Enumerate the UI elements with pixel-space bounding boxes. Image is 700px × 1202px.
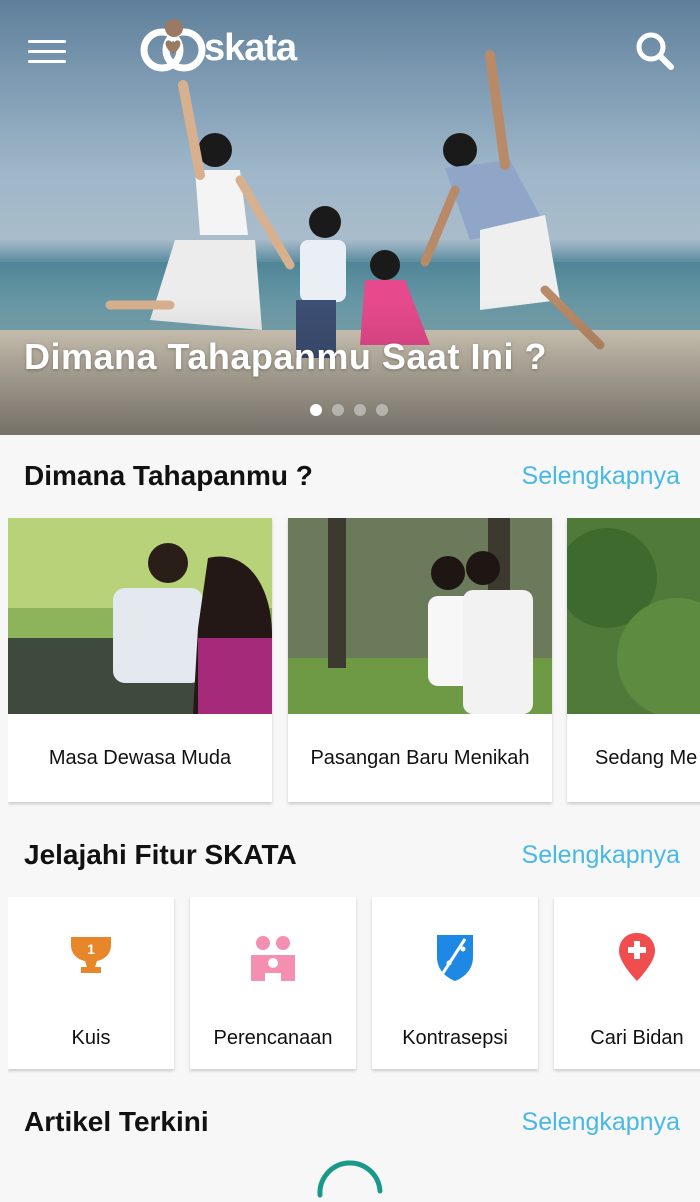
greenery-photo (567, 518, 700, 714)
feature-card-kuis[interactable]: 1 Kuis (8, 897, 174, 1069)
section-title: Artikel Terkini (24, 1106, 209, 1137)
menu-bar-bottom (28, 60, 66, 63)
feature-label: Kontrasepsi (402, 1027, 508, 1049)
menu-bar-top (28, 40, 66, 43)
stage-card[interactable]: Sedang Me (567, 518, 700, 802)
svg-text:1: 1 (87, 941, 95, 957)
stage-image (288, 518, 552, 714)
stage-label: Sedang Me (595, 746, 698, 769)
stage-image (567, 518, 700, 714)
carousel-dot-3[interactable] (354, 404, 366, 416)
feature-card-cari-bidan[interactable]: Cari Bidan (554, 897, 700, 1069)
feature-card-kontrasepsi[interactable]: Kontrasepsi (372, 897, 538, 1069)
app-logo[interactable]: skata (140, 18, 297, 78)
stages-carousel[interactable]: Masa Dewasa Muda Pasangan Baru Menikah S… (8, 518, 700, 808)
skata-logo-mark-icon (140, 19, 206, 72)
couple-dining-photo (8, 518, 272, 714)
family-icon (251, 936, 295, 981)
section-title: Jelajahi Fitur SKATA (24, 839, 297, 870)
search-icon[interactable] (634, 30, 674, 70)
feature-card-perencanaan[interactable]: Perencanaan (190, 897, 356, 1069)
carousel-dot-1[interactable] (310, 404, 322, 416)
feature-label: Cari Bidan (590, 1027, 684, 1049)
hamburger-menu-icon[interactable] (28, 40, 66, 66)
section-title: Dimana Tahapanmu ? (24, 460, 313, 491)
see-more-link[interactable]: Selengkapnya (522, 841, 680, 870)
stages-section-header: Dimana Tahapanmu ? Selengkapnya (24, 460, 680, 492)
newlywed-couple-photo (288, 518, 552, 714)
carousel-dots (310, 404, 388, 416)
feature-label: Kuis (71, 1027, 111, 1049)
stage-label: Masa Dewasa Muda (48, 746, 232, 769)
see-more-link[interactable]: Selengkapnya (522, 1108, 680, 1137)
articles-section-header: Artikel Terkini Selengkapnya (24, 1106, 680, 1138)
stage-card[interactable]: Masa Dewasa Muda (8, 518, 272, 802)
loading-spinner-icon (317, 1160, 383, 1198)
hero-title: Dimana Tahapanmu Saat Ini ? (24, 336, 547, 377)
feature-label: Perencanaan (213, 1027, 333, 1049)
stage-label: Pasangan Baru Menikah (310, 746, 530, 769)
carousel-dot-4[interactable] (376, 404, 388, 416)
features-carousel[interactable]: 1 Kuis Perencanaan Kontrasepsi Cari Bida (8, 897, 700, 1075)
trophy-icon: 1 (71, 937, 111, 973)
location-pin-icon (619, 933, 655, 981)
see-more-link[interactable]: Selengkapnya (522, 462, 680, 491)
menu-bar-middle (28, 50, 66, 53)
hero-banner[interactable]: skata Dimana Tahapanmu Saat Ini ? (0, 0, 700, 435)
carousel-dot-2[interactable] (332, 404, 344, 416)
logo-text: skata (204, 26, 297, 69)
stage-image (8, 518, 272, 714)
stage-card[interactable]: Pasangan Baru Menikah (288, 518, 552, 802)
features-section-header: Jelajahi Fitur SKATA Selengkapnya (24, 839, 680, 871)
shield-icon (437, 935, 473, 981)
